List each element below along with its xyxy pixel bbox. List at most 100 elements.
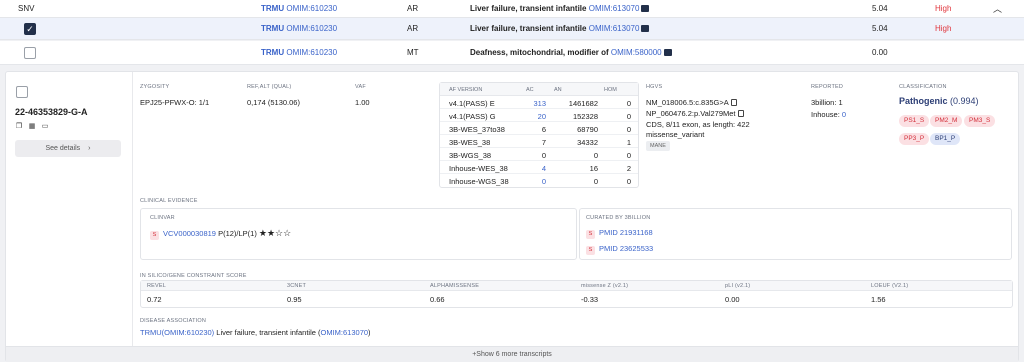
af-row: 3B-WES_37to38 6 68790 0 xyxy=(440,122,638,135)
copy-icon[interactable] xyxy=(737,110,744,117)
variant-row[interactable]: SNV TRMU OMIM:610230 AR Liver failure, t… xyxy=(0,0,1024,18)
clinvar-entry: S VCV000030819 P(12)/LP(1) ★★☆☆ xyxy=(150,228,291,240)
af-table-header: AF VERSION AC AN HOM xyxy=(440,83,638,96)
variant-checkbox[interactable] xyxy=(16,86,28,98)
reported-3b-value: 1 xyxy=(838,98,843,107)
criteria-pill: PM2_M xyxy=(930,115,963,127)
gene-cell: TRMU OMIM:610230 xyxy=(261,4,337,13)
review-stars: ★★☆☆ xyxy=(258,228,292,238)
insilico-value: 0.00 xyxy=(725,295,740,304)
criteria-pill: PP3_P xyxy=(899,133,930,145)
criteria-pill: BP1_P xyxy=(930,133,961,145)
af-hom: 2 xyxy=(626,164,631,173)
checkmark-icon: ✓ xyxy=(26,23,34,34)
s-badge: S xyxy=(586,246,595,255)
hgvs-cds: CDS, 8/11 exon, as length: 422 xyxy=(646,120,750,129)
disease-association: TRMU(OMIM:610230) Liver failure, transie… xyxy=(140,328,371,337)
pmid-link[interactable]: PMID 23625533 xyxy=(599,244,653,253)
see-details-button[interactable]: See details › xyxy=(15,140,121,157)
gene-omim-link[interactable]: OMIM:610230 xyxy=(286,4,337,13)
af-ac: 0 xyxy=(541,151,546,160)
disease-assoc-omim-link[interactable]: OMIM:613070 xyxy=(321,328,369,337)
hgvs-p-text: NP_060476.2:p.Val279Met xyxy=(646,109,736,118)
vaf-value: 1.00 xyxy=(355,98,370,107)
classification-label: CLASSIFICATION xyxy=(899,84,947,90)
see-details-label: See details xyxy=(45,145,81,152)
hgvs-effect: missense_variant xyxy=(646,130,705,139)
curated-label: CURATED BY 3BILLION xyxy=(586,215,651,221)
insilico-table: REVEL 3Cnet AlphaMissense missense Z (v2… xyxy=(140,280,1013,308)
disease-omim-link[interactable]: OMIM:613070 xyxy=(589,24,640,33)
af-hom: 0 xyxy=(626,177,631,186)
af-header-version: AF VERSION xyxy=(449,87,483,93)
insilico-header-pli: pLI (v2.1) xyxy=(725,283,751,289)
igv-icon[interactable]: ▦ xyxy=(28,123,36,131)
af-ac-link[interactable]: 4 xyxy=(542,164,546,173)
af-hom: 0 xyxy=(626,125,631,134)
zygosity-label: ZYGOSITY xyxy=(140,84,170,90)
insilico-header-alphamissense: AlphaMissense xyxy=(430,283,480,289)
chevron-up-icon[interactable]: ︿ xyxy=(993,2,1002,15)
comment-icon[interactable]: ▭ xyxy=(41,123,49,131)
transcript-row[interactable]: TRMU OMIM:610230 MT Deafness, mitochondr… xyxy=(0,41,1024,65)
vaf-label: VAF xyxy=(355,84,366,90)
disease-name: Liver failure, transient infantile xyxy=(470,4,587,13)
af-row: 3B-WGS_38 0 0 0 xyxy=(440,148,638,161)
gene-omim-link[interactable]: OMIM:610230 xyxy=(286,24,337,33)
af-hom: 0 xyxy=(626,112,631,121)
copy-icon[interactable] xyxy=(730,99,737,106)
criteria-pill: PS1_S xyxy=(899,115,930,127)
book-icon[interactable] xyxy=(663,49,672,56)
insilico-value: 1.56 xyxy=(871,295,886,304)
insilico-header-revel: REVEL xyxy=(147,283,167,289)
af-ac-link[interactable]: 20 xyxy=(538,112,546,121)
clinical-evidence-label: CLINICAL EVIDENCE xyxy=(140,198,198,204)
disease-cell: Liver failure, transient infantile OMIM:… xyxy=(470,4,650,13)
disease-omim-link[interactable]: OMIM:580000 xyxy=(611,48,662,57)
mane-tag: MANE xyxy=(646,141,670,151)
af-row: v4.1(PASS) E 313 1461682 0 xyxy=(440,96,638,109)
zygosity-value: EPJ25-PFWX-O: 1/1 xyxy=(140,98,210,107)
pmid-link[interactable]: PMID 21931168 xyxy=(599,228,653,237)
row-checkbox[interactable] xyxy=(24,46,36,59)
disease-assoc-gene-link[interactable]: TRMU(OMIM:610230) xyxy=(140,328,214,337)
score: 5.04 xyxy=(872,4,888,13)
gene-link[interactable]: TRMU xyxy=(261,48,284,57)
disease-name: Liver failure, transient infantile xyxy=(470,24,587,33)
af-an: 152328 xyxy=(572,112,598,121)
impact-badge: High xyxy=(935,4,952,13)
af-hom: 0 xyxy=(626,99,631,108)
gene-omim-link[interactable]: OMIM:610230 xyxy=(286,48,337,57)
gene-link[interactable]: TRMU xyxy=(261,4,284,13)
clinvar-link[interactable]: VCV000030819 xyxy=(163,229,216,238)
book-icon[interactable] xyxy=(641,5,650,12)
reported-label: REPORTED xyxy=(811,84,844,90)
inheritance: AR xyxy=(407,24,419,33)
af-an: 68790 xyxy=(577,125,598,134)
classification-score: (0.994) xyxy=(950,96,979,106)
variant-detail-panel: 22-46353829-G-A ❐ ▦ ▭ See details › ZYGOS… xyxy=(5,71,1019,362)
reported-inhouse: Inhouse: 0 xyxy=(811,110,846,119)
show-more-transcripts-button[interactable]: +Show 6 more transcripts xyxy=(6,346,1018,362)
row-checkbox[interactable]: ✓ xyxy=(24,22,36,35)
reported-inhouse-label: Inhouse: xyxy=(811,110,840,119)
inheritance: MT xyxy=(407,48,419,57)
hgvs-p: NP_060476.2:p.Val279Met xyxy=(646,109,744,118)
pmid-entry: S PMID 23625533 xyxy=(586,244,653,255)
af-version: Inhouse-WES_38 xyxy=(449,164,508,173)
variant-id: 22-46353829-G-A xyxy=(15,107,88,117)
book-icon[interactable] xyxy=(641,25,650,32)
disease-omim-link[interactable]: OMIM:613070 xyxy=(589,4,640,13)
hgvs-label: HGVS xyxy=(646,84,663,90)
copy-icon[interactable]: ❐ xyxy=(15,123,23,131)
af-version: v4.1(PASS) G xyxy=(449,112,496,121)
disease-name: Deafness, mitochondrial, modifier of xyxy=(470,48,609,57)
af-ac-link[interactable]: 0 xyxy=(542,177,546,186)
af-an: 0 xyxy=(593,177,598,186)
af-ac-link[interactable]: 313 xyxy=(533,99,546,108)
transcript-row[interactable]: ✓ TRMU OMIM:610230 AR Liver failure, tra… xyxy=(0,18,1024,40)
criteria-pill: PM3_S xyxy=(964,115,996,127)
curated-box: CURATED BY 3BILLION S PMID 21931168 S PMID… xyxy=(579,208,1012,260)
reported-inhouse-value[interactable]: 0 xyxy=(842,110,846,119)
gene-link[interactable]: TRMU xyxy=(261,24,284,33)
